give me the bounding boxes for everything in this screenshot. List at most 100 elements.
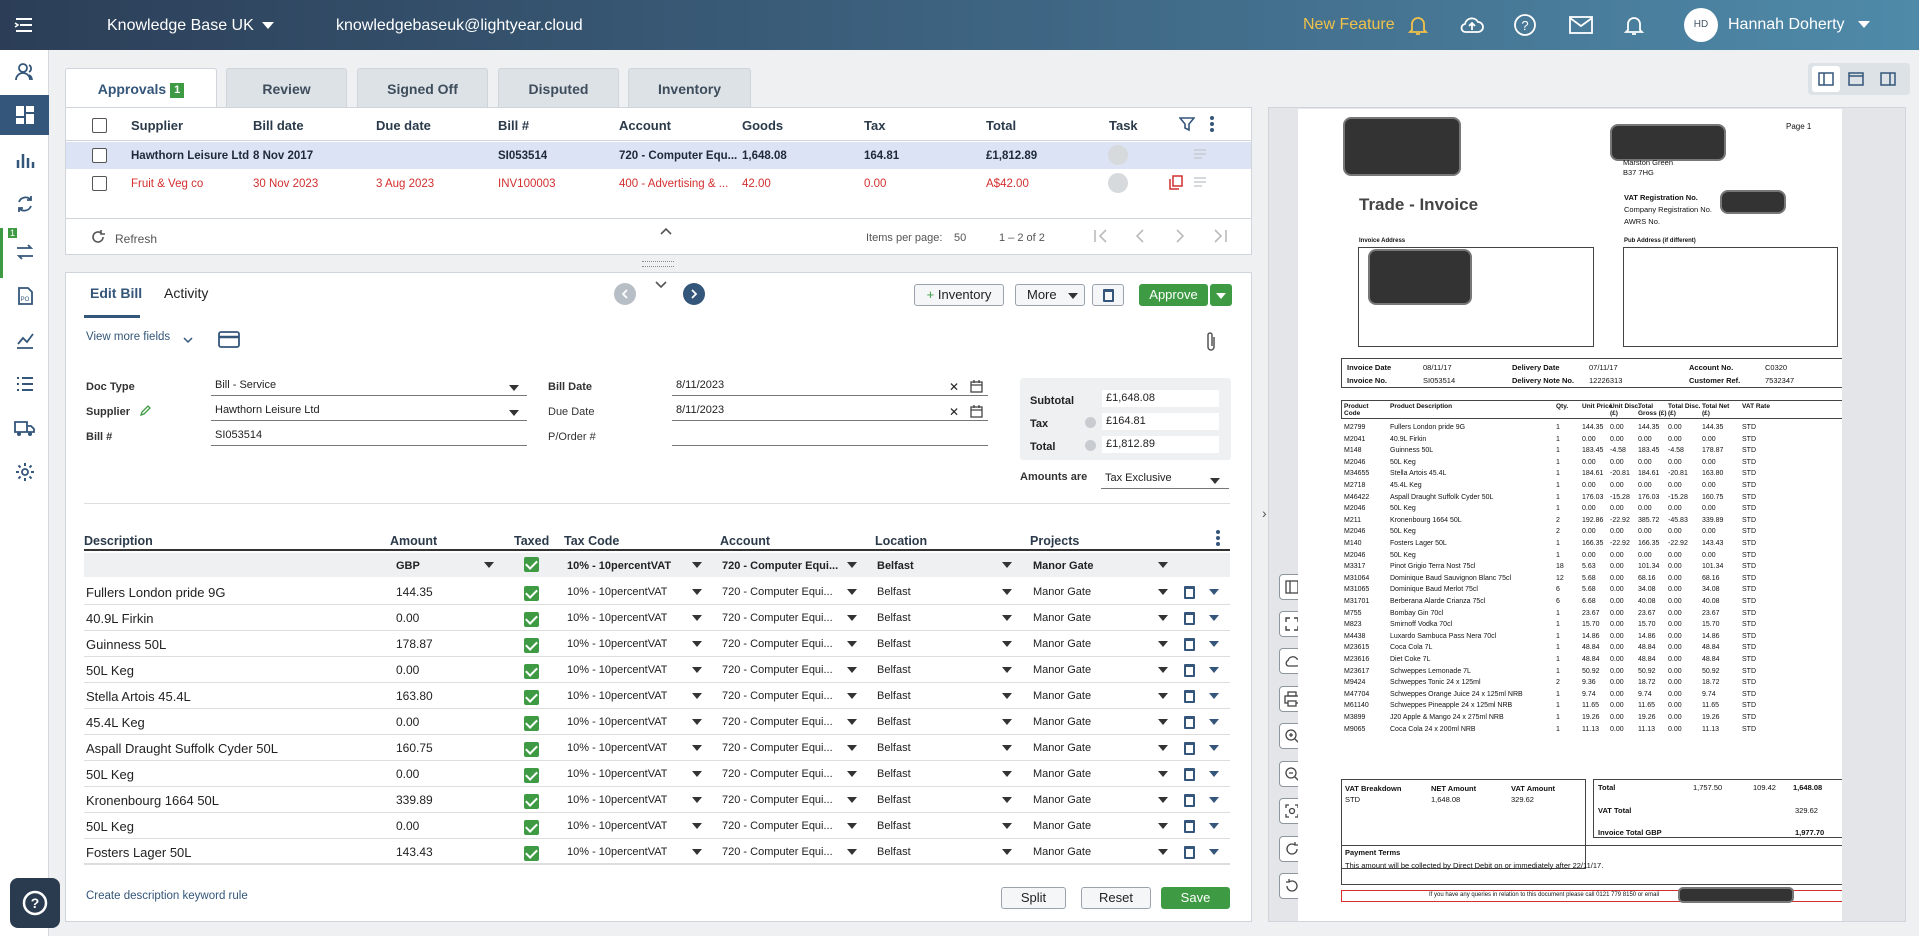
line-amount[interactable]: 163.80 [396,689,433,703]
line-account[interactable]: 720 - Computer Equi... [722,742,838,754]
chevron-down-icon[interactable] [847,719,857,725]
bill-no-field[interactable]: SI053514 [211,429,527,446]
sidebar-item-delivery[interactable] [0,408,49,448]
org-selector[interactable]: Knowledge Base UK [107,17,254,35]
last-page-icon[interactable] [1212,229,1228,246]
sidebar-item-purchase-orders[interactable]: PO [0,276,49,316]
chevron-down-icon[interactable] [1209,823,1219,829]
line-amount[interactable]: 178.87 [396,637,433,651]
task-assignee-avatar[interactable] [1108,173,1128,193]
collapse-up-icon[interactable] [659,225,673,239]
trash-icon[interactable] [1184,820,1195,833]
inventory-button[interactable]: + Inventory [914,284,1004,306]
line-taxed-checkbox[interactable] [524,716,539,731]
task-assignee-avatar[interactable] [1108,145,1128,165]
default-project-select[interactable]: Manor Gate [1033,560,1094,572]
chevron-down-icon[interactable] [1158,849,1168,855]
sidebar-item-dashboard[interactable] [0,95,49,135]
line-account[interactable]: 720 - Computer Equi... [722,768,838,780]
line-location[interactable]: Belfast [877,690,911,702]
line-amount[interactable]: 143.43 [396,845,433,859]
chevron-down-icon[interactable] [1209,615,1219,621]
chevron-down-icon[interactable] [847,589,857,595]
line-account[interactable]: 720 - Computer Equi... [722,820,838,832]
line-taxed-checkbox[interactable] [524,638,539,653]
next-page-icon[interactable] [1174,229,1186,246]
line-project[interactable]: Manor Gate [1033,612,1091,624]
tab-edit-bill[interactable]: Edit Bill [90,285,142,301]
chevron-down-icon[interactable] [1002,797,1012,803]
avatar[interactable]: HD [1684,8,1718,42]
col-account[interactable]: Account [619,118,671,133]
currency-select[interactable]: GBP [396,560,420,572]
chevron-down-icon[interactable] [692,693,702,699]
line-tax-code[interactable]: 10% - 10percentVAT [567,768,667,780]
line-location[interactable]: Belfast [877,638,911,650]
cloud-upload-icon[interactable] [1459,13,1485,40]
tab-signed-off[interactable]: Signed Off [357,68,488,107]
line-account[interactable]: 720 - Computer Equi... [722,716,838,728]
line-description[interactable]: 45.4L Keg [86,715,376,730]
save-button[interactable]: Save [1161,887,1230,909]
line-description[interactable]: 50L Keg [86,767,376,782]
chevron-down-icon[interactable] [1209,745,1219,751]
bell-alert-icon[interactable] [1406,13,1430,40]
chevron-down-icon[interactable] [1002,719,1012,725]
line-project[interactable]: Manor Gate [1033,794,1091,806]
calendar-icon[interactable] [970,405,983,421]
more-vert-icon[interactable] [1209,115,1215,136]
trash-icon[interactable] [1184,794,1195,807]
porder-field[interactable] [672,429,988,446]
line-project[interactable]: Manor Gate [1033,820,1091,832]
col-due-date[interactable]: Due date [376,118,431,133]
line-item-row[interactable]: 50L Keg 0.00 10% - 10percentVAT 720 - Compu… [84,761,1230,787]
line-taxed-checkbox[interactable] [524,820,539,835]
line-description[interactable]: Stella Artois 45.4L [86,689,376,704]
line-project[interactable]: Manor Gate [1033,768,1091,780]
line-amount[interactable]: 0.00 [396,715,419,729]
chevron-down-icon[interactable] [1002,667,1012,673]
line-item-row[interactable]: 45.4L Keg 0.00 10% - 10percentVAT 720 - Com… [84,709,1230,735]
new-feature-link[interactable]: New Feature [1303,16,1395,34]
chevron-down-icon[interactable] [1209,641,1219,647]
chevron-down-icon[interactable] [692,641,702,647]
chevron-down-icon[interactable] [692,849,702,855]
chevron-down-icon[interactable] [183,334,193,348]
total-value[interactable]: £1,812.89 [1102,436,1219,453]
line-tax-code[interactable]: 10% - 10percentVAT [567,586,667,598]
supplier-select[interactable]: Hawthorn Leisure Ltd [211,404,527,421]
chevron-down-icon[interactable] [1158,589,1168,595]
chevron-down-icon[interactable] [847,615,857,621]
col-bill-date[interactable]: Bill date [253,118,304,133]
chevron-down-icon[interactable] [847,667,857,673]
line-tax-code[interactable]: 10% - 10percentVAT [567,612,667,624]
pencil-icon[interactable] [139,405,151,420]
chevron-down-icon[interactable] [1002,771,1012,777]
trash-icon[interactable] [1184,690,1195,703]
chevron-down-icon[interactable] [692,562,702,568]
line-item-row[interactable]: 50L Keg 0.00 10% - 10percentVAT 720 - Compu… [84,813,1230,839]
trash-icon[interactable] [1184,742,1195,755]
approve-options-button[interactable] [1210,284,1232,306]
line-description[interactable]: 40.9L Firkin [86,611,376,626]
line-item-row[interactable]: 40.9L Firkin 0.00 10% - 10percentVAT 720 - … [84,605,1230,631]
chevron-down-icon[interactable] [847,745,857,751]
line-location[interactable]: Belfast [877,742,911,754]
sidebar-item-settings[interactable] [0,452,49,492]
chevron-down-icon[interactable] [1158,771,1168,777]
line-location[interactable]: Belfast [877,794,911,806]
line-project[interactable]: Manor Gate [1033,664,1091,676]
col-task[interactable]: Task [1109,118,1138,133]
chevron-down-icon[interactable] [692,771,702,777]
default-tax-code-select[interactable]: 10% - 10percentVAT [567,560,671,572]
chevron-down-icon[interactable] [1002,745,1012,751]
split-button[interactable]: Split [1001,887,1066,909]
chevron-down-icon[interactable] [692,719,702,725]
more-vert-icon[interactable] [1215,529,1221,550]
chevron-down-icon[interactable] [1210,478,1220,484]
line-location[interactable]: Belfast [877,586,911,598]
chevron-down-icon[interactable] [1209,719,1219,725]
default-account-select[interactable]: 720 - Computer Equi... [722,560,838,572]
line-project[interactable]: Manor Gate [1033,690,1091,702]
line-item-row[interactable]: Kronenbourg 1664 50L 339.89 10% - 10percen… [84,787,1230,813]
